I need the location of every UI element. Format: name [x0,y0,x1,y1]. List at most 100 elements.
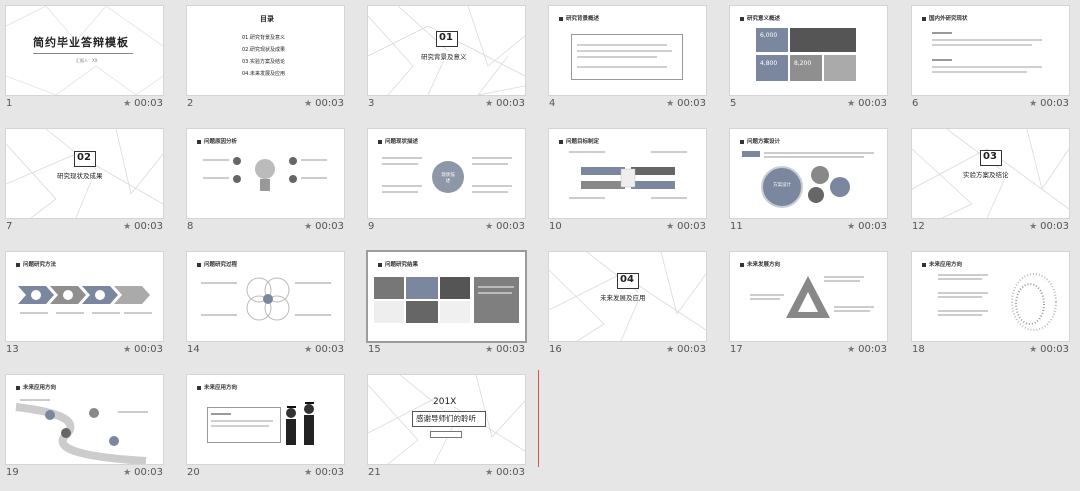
slide-thumbnail[interactable]: 问题方案设计 方案设计 11 ★ 00:03 [724,125,887,237]
slide-timing: ★ 00:03 [123,344,163,355]
slide-thumbnail[interactable]: 问题研究过程 14 ★ 00:03 [181,248,344,360]
stat-tile [756,55,788,81]
slide-thumbnail[interactable]: 未来应用方向 18 ★ 00:03 [906,248,1069,360]
stat-value: 4,800 [760,60,778,67]
graduates-illustration [286,402,314,445]
slide-thumbnail[interactable]: 未来应用方向 19 ★ 00:03 [0,371,163,483]
slide-thumbnail[interactable]: 问题目标制定 10 ★ 00:03 [543,125,706,237]
triangle-diagram [750,276,874,318]
text-line [577,66,667,68]
slide-timing: ★ 00:03 [1029,98,1069,109]
slide-thumbnail-selected[interactable]: 问题研究结果 15 ★ 00:03 [362,248,525,360]
slide-preview: 02 研究现状及成果 [6,129,163,218]
transition-star-icon: ★ [304,99,313,109]
slide-preview: 01 研究背景及意义 [368,6,525,95]
chapter-caption: 研究现状及成果 [57,170,103,180]
transition-star-icon: ★ [123,345,132,355]
slide-preview: 未来应用方向 [187,375,344,464]
slide-number: 3 [368,98,375,109]
text-line [932,66,1042,68]
photo-tile [374,277,404,299]
slide-number: 11 [730,221,743,232]
photo-business-team [790,28,856,52]
slide-preview: 未来应用方向 [912,252,1069,341]
slide-timing: ★ 00:03 [485,467,525,478]
stat-value: 6,000 [760,32,778,39]
slide-thumbnail[interactable]: 问题研究方法 13 ★ 00:03 [0,248,163,360]
slide-thumbnail[interactable]: 问题现状描述 现状描述 9 ★ 00:03 [362,125,525,237]
slide-number: 2 [187,98,194,109]
presenter-tag [430,431,462,438]
slide-header: 研究意义概述 [740,14,780,22]
slide-thumbnail[interactable]: 目录 01.研究背景及意义 02.研究现状及成果 03.实验方案及结论 04.未… [181,2,344,114]
slide-number: 1 [6,98,13,109]
slide-preview: 03 实验方案及结论 [912,129,1069,218]
timing-value: 00:03 [134,221,163,232]
icon-tile [440,301,470,323]
slide-timing: ★ 00:03 [123,221,163,232]
slide-preview: 问题研究方法 [6,252,163,341]
slide-number: 6 [912,98,919,109]
slide-header: 问题研究结果 [378,260,418,268]
slide-thumbnail[interactable]: 201X 感谢导师们的聆听 21 ★ 00:03 [362,371,525,483]
photo-tile [440,277,470,299]
slide-thumbnail[interactable]: 03 实验方案及结论 12 ★ 00:03 [906,125,1069,237]
text-line [577,50,672,52]
slide-preview: 问题现状描述 现状描述 [368,129,525,218]
slide-number: 18 [912,344,925,355]
slide-number: 5 [730,98,737,109]
slide-timing: ★ 00:03 [666,98,706,109]
transition-star-icon: ★ [123,468,132,478]
timing-value: 00:03 [315,344,344,355]
slide-number: 15 [368,344,381,355]
chapter-caption: 实验方案及结论 [963,169,1009,179]
head-dots-illustration [938,273,1057,331]
cover-title: 简约毕业答辩模板 [33,36,129,49]
slide-thumbnail[interactable]: 02 研究现状及成果 7 ★ 00:03 [0,125,163,237]
slide-thumbnail[interactable]: 01 研究背景及意义 3 ★ 00:03 [362,2,525,114]
slide-timing: ★ 00:03 [1029,221,1069,232]
stat-tile [790,55,822,81]
slide-thumbnail[interactable]: 研究意义概述 6,000 4,800 8,200 5 ★ 00:03 [724,2,887,114]
slide-thumbnail[interactable]: 未来发展方向 17 ★ 00:03 [724,248,887,360]
slide-thumbnail[interactable]: 问题原因分析 8 ★ 00:03 [181,125,344,237]
toc-item: 01.研究背景及意义 [242,35,285,41]
slide-timing: ★ 00:03 [666,221,706,232]
transition-star-icon: ★ [1029,99,1038,109]
timing-value: 00:03 [315,467,344,478]
slide-number: 17 [730,344,743,355]
toc-item: 02.研究现状及成果 [242,47,285,53]
background-lines [6,6,163,95]
slide-number: 12 [912,221,925,232]
slide-thumbnail[interactable]: 未来应用方向 20 ★ 00:03 [181,371,344,483]
transition-star-icon: ★ [485,99,494,109]
text-panel [474,277,519,323]
bubble-diagram [742,151,874,208]
slide-header: 研究背景概述 [559,14,599,22]
slide-preview: 问题研究结果 [368,252,525,341]
slide-timing: ★ 00:03 [304,467,344,478]
toc-heading: 目录 [260,15,274,23]
slide-number: 19 [6,467,19,478]
timing-value: 00:03 [858,344,887,355]
slide-preview: 问题目标制定 [549,129,706,218]
slide-thumbnail[interactable]: 研究背景概述 4 ★ 00:03 [543,2,706,114]
timing-value: 00:03 [496,344,525,355]
chapter-caption: 未来发展及应用 [600,292,646,302]
chapter-number: 04 [620,274,634,285]
closing-year: 201X [433,397,457,407]
text-line [932,44,1032,46]
timing-value: 00:03 [496,467,525,478]
slide-thumbnail[interactable]: 简约毕业答辩模板 汇报人：XX 1 ★ 00:03 [0,2,163,114]
slide-thumbnail[interactable]: 04 未来发展及应用 16 ★ 00:03 [543,248,706,360]
transition-star-icon: ★ [304,468,313,478]
timing-value: 00:03 [677,98,706,109]
slide-thumbnail[interactable]: 国内外研究现状 6 ★ 00:03 [906,2,1069,114]
slide-timing: ★ 00:03 [123,467,163,478]
slide-timing: ★ 00:03 [847,344,887,355]
arrow-process-diagram [18,286,152,314]
slide-header: 国内外研究现状 [922,14,968,22]
transition-star-icon: ★ [304,345,313,355]
stat-tile [824,55,856,81]
closing-message: 感谢导师们的聆听 [416,414,476,423]
